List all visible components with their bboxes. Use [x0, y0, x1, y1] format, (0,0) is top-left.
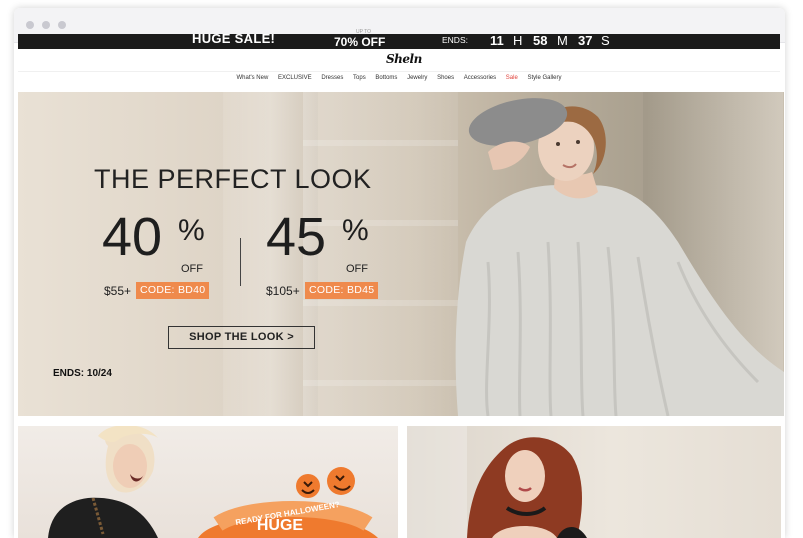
fashion-tile-art	[407, 426, 587, 538]
hero-title: THE PERFECT LOOK	[94, 164, 372, 194]
countdown-seconds: 37	[578, 33, 593, 48]
countdown-minutes: 58	[533, 33, 548, 48]
halloween-promo-tile[interactable]: HUGE READY FOR HALLOWEEN?	[18, 426, 398, 538]
offer1-number: 40	[102, 207, 163, 267]
banner-ends-label: ENDS:	[442, 35, 468, 45]
offer2-min-spend: $105+	[266, 284, 300, 298]
offer1-off: OFF	[181, 263, 203, 275]
offer1-percent: %	[178, 214, 205, 247]
offer2-number: 45	[266, 207, 327, 267]
nav-item-accessories[interactable]: Accessories	[464, 75, 496, 81]
nav-item-bottoms[interactable]: Bottoms	[375, 75, 397, 81]
window-dot-icon	[42, 21, 50, 29]
nav-item-jewelry[interactable]: Jewelry	[407, 75, 427, 81]
promo-end-date: ENDS: 10/24	[53, 368, 112, 379]
main-nav: What's New EXCLUSIVE Dresses Tops Bottom…	[18, 75, 780, 81]
offer2-off: OFF	[346, 263, 368, 275]
fashion-promo-tile[interactable]	[407, 426, 781, 538]
countdown-hours-unit: H	[513, 33, 523, 48]
nav-divider	[18, 71, 780, 72]
site-logo[interactable]: Sheln	[386, 52, 422, 66]
nav-item-exclusive[interactable]: EXCLUSIVE	[278, 75, 312, 81]
offer-divider	[240, 238, 241, 286]
nav-item-tops[interactable]: Tops	[353, 75, 366, 81]
countdown-seconds-unit: S	[601, 33, 610, 48]
nav-item-shoes[interactable]: Shoes	[437, 75, 454, 81]
offer2-percent: %	[342, 214, 369, 247]
countdown-minutes-unit: M	[557, 33, 568, 48]
nav-item-style-gallery[interactable]: Style Gallery	[527, 75, 561, 81]
nav-item-whats-new[interactable]: What's New	[236, 75, 268, 81]
window-dot-icon	[58, 21, 66, 29]
site-header: Sheln What's New EXCLUSIVE Dresses Tops …	[18, 49, 780, 95]
nav-item-dresses[interactable]: Dresses	[321, 75, 343, 81]
banner-discount-text: 70% OFF	[334, 35, 386, 49]
offer1-code: CODE: BD40	[136, 282, 210, 299]
promo-countdown-banner[interactable]: HUGE SALE! UP TO 70% OFF ENDS: 11 H 58 M…	[18, 29, 780, 49]
halloween-tile-art: HUGE READY FOR HALLOWEEN?	[48, 426, 378, 538]
banner-sale-text: HUGE SALE!	[192, 31, 276, 46]
countdown-hours: 11	[490, 33, 504, 48]
nav-item-sale[interactable]: Sale	[506, 75, 518, 81]
shop-the-look-button[interactable]: SHOP THE LOOK >	[168, 326, 315, 349]
offer2-code: CODE: BD45	[305, 282, 379, 299]
hero-banner[interactable]: THE PERFECT LOOK 40 % OFF $55+ CODE: BD4…	[18, 92, 784, 416]
window-dot-icon	[26, 21, 34, 29]
offer1-min-spend: $55+	[104, 284, 132, 298]
